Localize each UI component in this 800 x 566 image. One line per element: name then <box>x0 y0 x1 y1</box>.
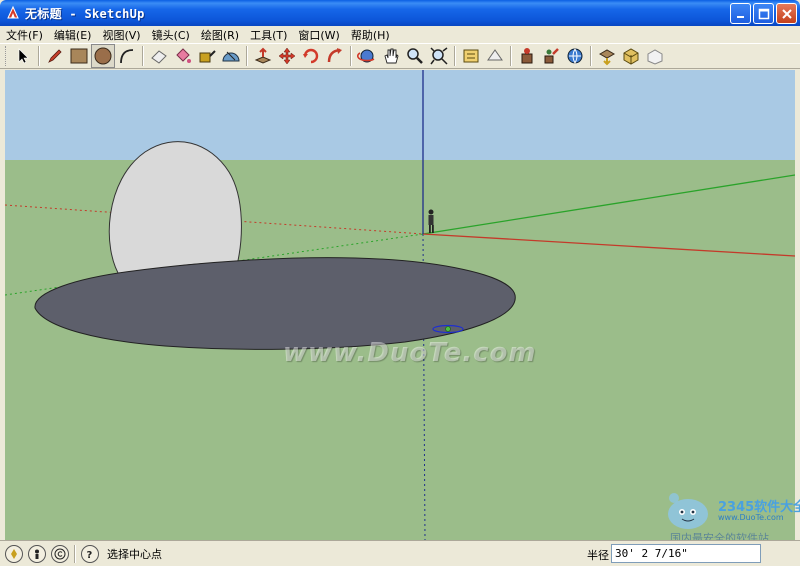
copyright-icon <box>54 548 66 559</box>
follow-me-tool-button[interactable] <box>323 44 347 68</box>
zoom-tool-button[interactable] <box>403 44 427 68</box>
toolbar-separator <box>246 46 248 66</box>
tape-measure-icon <box>199 50 216 63</box>
site-logo: 2345软件大全 www.DuoTe.com 国内最安全的软件站 <box>660 488 800 545</box>
get-models-icon <box>567 48 583 64</box>
arc-tool-button[interactable] <box>115 44 139 68</box>
zoom-icon <box>407 48 423 64</box>
paint-bucket-tool-button[interactable] <box>171 44 195 68</box>
select-tool-button[interactable] <box>11 44 35 68</box>
select-icon <box>18 48 29 64</box>
instructor-button[interactable]: ? <box>81 544 99 563</box>
orbit-icon <box>357 49 375 63</box>
credits-icon <box>35 549 39 559</box>
minimize-icon <box>736 15 744 18</box>
close-icon <box>781 8 792 19</box>
menu-edit[interactable]: 编辑(E) <box>54 27 92 43</box>
mascot-icon <box>668 493 708 529</box>
walk-tool-button[interactable] <box>483 44 507 68</box>
toolbar-separator <box>454 46 456 66</box>
measurements-field[interactable]: 30' 2 7/16" <box>611 544 761 563</box>
close-button[interactable] <box>776 3 797 24</box>
circle-icon <box>94 47 112 65</box>
rotate-icon <box>303 48 319 64</box>
menu-camera[interactable]: 镜头(C) <box>152 27 190 43</box>
status-separator <box>74 544 76 563</box>
drawing-viewport[interactable]: www.DuoTe.com <box>5 70 795 540</box>
main-toolbar <box>0 43 800 69</box>
logo-url-text: www.DuoTe.com <box>718 513 784 522</box>
menu-window[interactable]: 窗口(W) <box>298 27 339 43</box>
maximize-icon <box>758 8 769 19</box>
rotate-tool-button[interactable] <box>299 44 323 68</box>
share-model-icon <box>598 49 616 66</box>
rectangle-icon <box>70 48 88 64</box>
geo-location-icon <box>11 548 17 559</box>
toolbar-separator <box>38 46 40 66</box>
get-models-tool-button[interactable] <box>563 44 587 68</box>
tape-measure-tool-button[interactable] <box>195 44 219 68</box>
3d-warehouse-tool-button[interactable] <box>643 44 667 68</box>
credits-button[interactable] <box>28 544 46 563</box>
eraser-icon <box>151 50 167 64</box>
move-icon <box>278 47 296 65</box>
pan-tool-button[interactable] <box>379 44 403 68</box>
look-around-icon <box>544 48 559 64</box>
minimize-button[interactable] <box>730 3 751 24</box>
menu-help[interactable]: 帮助(H) <box>351 27 390 43</box>
push-pull-tool-button[interactable] <box>251 44 275 68</box>
toolbar-separator <box>142 46 144 66</box>
3d-warehouse-icon <box>647 49 663 65</box>
menu-tools[interactable]: 工具(T) <box>250 27 287 43</box>
window-title: 无标题 - SketchUp <box>25 6 145 21</box>
component-icon <box>623 48 639 65</box>
zoom-extents-icon <box>430 47 448 65</box>
toolbar-grip[interactable] <box>5 46 8 66</box>
svg-text:?: ? <box>87 550 93 560</box>
menu-draw[interactable]: 绘图(R) <box>201 27 239 43</box>
circle-tool-button[interactable] <box>91 44 115 68</box>
walk-icon <box>487 49 503 61</box>
push-pull-icon <box>254 47 272 64</box>
zoom-extents-tool-button[interactable] <box>427 44 451 68</box>
pencil-tool-button[interactable] <box>43 44 67 68</box>
menu-view[interactable]: 视图(V) <box>102 27 140 43</box>
sketchup-logo-icon <box>7 5 19 19</box>
maximize-button[interactable] <box>753 3 774 24</box>
paint-bucket-icon <box>176 48 191 63</box>
share-model-tool-button[interactable] <box>595 44 619 68</box>
status-hint: 选择中心点 <box>107 547 162 561</box>
pan-icon <box>384 48 399 64</box>
pencil-icon <box>48 49 62 63</box>
section-plane-icon <box>463 49 479 63</box>
watermark-text: www.DuoTe.com <box>283 338 537 368</box>
position-camera-tool-button[interactable] <box>515 44 539 68</box>
orbit-tool-button[interactable] <box>355 44 379 68</box>
toolbar-separator <box>590 46 592 66</box>
eraser-tool-button[interactable] <box>147 44 171 68</box>
geo-location-button[interactable] <box>5 544 23 563</box>
menu-bar: 文件(F) 编辑(E) 视图(V) 镜头(C) 绘图(R) 工具(T) 窗口(W… <box>0 26 800 43</box>
protractor-icon <box>222 51 240 62</box>
menu-file[interactable]: 文件(F) <box>6 27 43 43</box>
help-icon: ? <box>87 550 93 560</box>
sky <box>5 70 795 160</box>
toolbar-separator <box>510 46 512 66</box>
section-plane-tool-button[interactable] <box>459 44 483 68</box>
component-tool-button[interactable] <box>619 44 643 68</box>
model-scene[interactable] <box>5 70 795 540</box>
copyright-button[interactable] <box>51 544 69 563</box>
position-camera-icon <box>521 48 533 64</box>
title-bar: 无标题 - SketchUp <box>0 0 800 26</box>
rectangle-tool-button[interactable] <box>67 44 91 68</box>
look-around-tool-button[interactable] <box>539 44 563 68</box>
arc-icon <box>120 49 134 64</box>
toolbar-separator <box>350 46 352 66</box>
move-tool-button[interactable] <box>275 44 299 68</box>
follow-me-icon <box>327 48 342 63</box>
radius-label: 半径 <box>587 549 609 562</box>
protractor-tool-button[interactable] <box>219 44 243 68</box>
status-bar: ? 选择中心点 半径 30' 2 7/16" <box>0 540 800 566</box>
